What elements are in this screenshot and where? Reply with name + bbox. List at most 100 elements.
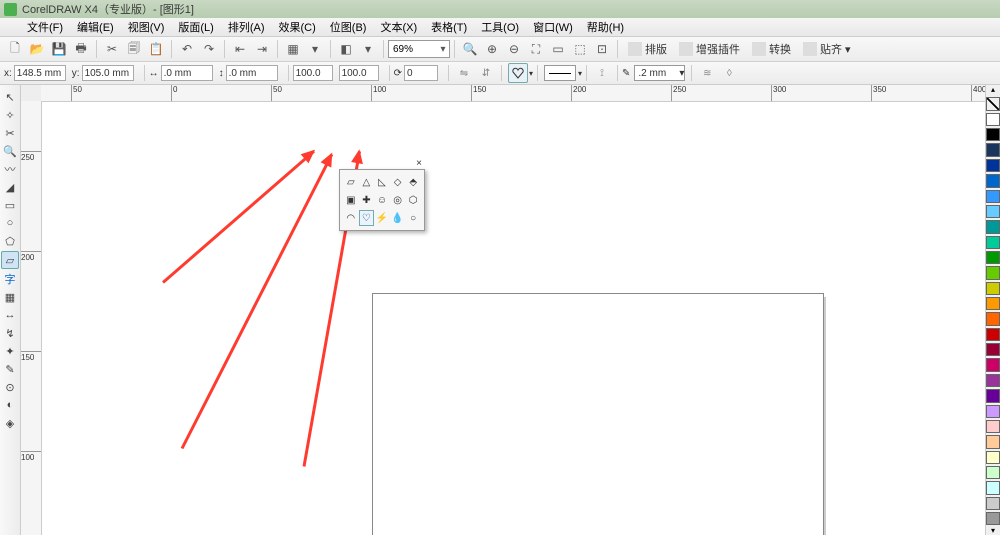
- scale-x-input[interactable]: 100.0: [293, 65, 333, 81]
- color-swatch[interactable]: [986, 343, 1000, 356]
- color-swatch[interactable]: [986, 466, 1000, 479]
- diamond-shape-icon[interactable]: ◇: [390, 174, 405, 190]
- dropdown-arrow-icon[interactable]: ▾: [359, 40, 377, 58]
- plugin-button[interactable]: 增强插件: [679, 41, 740, 57]
- copy-icon[interactable]: 🗐: [125, 40, 143, 58]
- lightning-shape-icon[interactable]: ⚡: [375, 210, 390, 226]
- interactive-fill-tool-icon[interactable]: ◈: [2, 415, 18, 431]
- color-swatch[interactable]: [986, 374, 1000, 387]
- freehand-tool-icon[interactable]: 〰: [2, 161, 18, 177]
- snap-button[interactable]: 贴齐▾: [803, 41, 851, 57]
- color-swatch[interactable]: [986, 312, 1000, 325]
- x-position-input[interactable]: 148.5 mm: [14, 65, 66, 81]
- outline-tool-icon[interactable]: ⊙: [2, 379, 18, 395]
- menu-help[interactable]: 帮助(H): [580, 19, 631, 35]
- convert-button[interactable]: 转换: [752, 41, 791, 57]
- mirror-v-icon[interactable]: ⇵: [477, 64, 495, 82]
- dropdown-arrow-icon[interactable]: ▾: [578, 69, 582, 78]
- menu-tools[interactable]: 工具(O): [474, 19, 526, 35]
- menu-effects[interactable]: 效果(C): [272, 19, 323, 35]
- import-icon[interactable]: ⇤: [231, 40, 249, 58]
- rotation-input[interactable]: 0: [404, 65, 438, 81]
- outline-width-select[interactable]: .2 mm ▾: [634, 65, 685, 81]
- pick-tool-icon[interactable]: ↖: [2, 89, 18, 105]
- color-swatch[interactable]: [986, 420, 1000, 433]
- mirror-h-icon[interactable]: ⇋: [455, 64, 473, 82]
- zoom-in-icon[interactable]: ⊕: [483, 40, 501, 58]
- color-swatch[interactable]: [986, 451, 1000, 464]
- ellipse-tool-icon[interactable]: ○: [2, 215, 18, 231]
- print-icon[interactable]: 🖶: [72, 40, 90, 58]
- dimension-tool-icon[interactable]: ↔: [2, 307, 18, 323]
- effects-tool-icon[interactable]: ✦: [2, 343, 18, 359]
- zoom-all-icon[interactable]: ⊡: [593, 40, 611, 58]
- arc-shape-icon[interactable]: ◠: [344, 210, 359, 226]
- zoom-fit-icon[interactable]: ⛶: [527, 40, 545, 58]
- menu-view[interactable]: 视图(V): [121, 19, 172, 35]
- color-swatch[interactable]: [986, 174, 1000, 187]
- triangle-shape-icon[interactable]: △: [359, 174, 374, 190]
- zoom-tool-icon[interactable]: 🔍: [2, 143, 18, 159]
- color-swatch[interactable]: [986, 328, 1000, 341]
- color-swatch[interactable]: [986, 297, 1000, 310]
- color-swatch[interactable]: [986, 190, 1000, 203]
- ring-shape-icon[interactable]: ○: [406, 210, 421, 226]
- menu-edit[interactable]: 编辑(E): [70, 19, 121, 35]
- zoom-tool-icon[interactable]: 🔍: [461, 40, 479, 58]
- palette-scroll-down-icon[interactable]: ▾: [986, 526, 1000, 535]
- line-start-icon[interactable]: ⟟: [593, 64, 611, 82]
- rectangle-tool-icon[interactable]: ▭: [2, 197, 18, 213]
- connector-tool-icon[interactable]: ↯: [2, 325, 18, 341]
- redo-icon[interactable]: ↷: [200, 40, 218, 58]
- perfect-shape-picker[interactable]: [508, 63, 528, 83]
- zoom-out-icon[interactable]: ⊖: [505, 40, 523, 58]
- app-launcher-icon[interactable]: ▦: [284, 40, 302, 58]
- scale-y-input[interactable]: 100.0: [339, 65, 379, 81]
- smart-fill-tool-icon[interactable]: ◢: [2, 179, 18, 195]
- menu-table[interactable]: 表格(T): [424, 19, 474, 35]
- eyedropper-tool-icon[interactable]: ✎: [2, 361, 18, 377]
- drawing-page[interactable]: [372, 293, 824, 535]
- vertical-ruler[interactable]: 250 200 150 100: [21, 101, 42, 535]
- color-swatch[interactable]: [986, 405, 1000, 418]
- menu-bitmap[interactable]: 位图(B): [323, 19, 374, 35]
- outline-style-select[interactable]: [544, 65, 576, 81]
- color-swatch[interactable]: [986, 389, 1000, 402]
- dropdown-arrow-icon[interactable]: ▾: [306, 40, 324, 58]
- color-swatch[interactable]: [986, 205, 1000, 218]
- no-fill-swatch[interactable]: [986, 97, 1000, 110]
- right-triangle-shape-icon[interactable]: ◺: [375, 174, 390, 190]
- basic-shapes-tool-icon[interactable]: ▱: [1, 251, 19, 269]
- table-tool-icon[interactable]: ▦: [2, 289, 18, 305]
- menu-arrange[interactable]: 排列(A): [221, 19, 272, 35]
- menu-file[interactable]: 文件(F): [20, 19, 70, 35]
- open-icon[interactable]: 📂: [28, 40, 46, 58]
- zoom-selection-icon[interactable]: ⬚: [571, 40, 589, 58]
- color-swatch[interactable]: [986, 128, 1000, 141]
- smiley-shape-icon[interactable]: ☺: [375, 192, 390, 208]
- fill-tool-icon[interactable]: ◐: [2, 397, 18, 413]
- shape-tool-icon[interactable]: ✧: [2, 107, 18, 123]
- welcome-icon[interactable]: ◧: [337, 40, 355, 58]
- y-position-input[interactable]: 105.0 mm: [82, 65, 134, 81]
- color-swatch[interactable]: [986, 282, 1000, 295]
- cylinder-shape-icon[interactable]: ⬘: [406, 174, 421, 190]
- undo-icon[interactable]: ↶: [178, 40, 196, 58]
- color-swatch[interactable]: [986, 251, 1000, 264]
- paste-icon[interactable]: 📋: [147, 40, 165, 58]
- drop-shape-icon[interactable]: 💧: [390, 210, 405, 226]
- zoom-page-icon[interactable]: ▭: [549, 40, 567, 58]
- color-swatch[interactable]: [986, 266, 1000, 279]
- hexagon-shape-icon[interactable]: ⬡: [406, 192, 421, 208]
- color-swatch[interactable]: [986, 159, 1000, 172]
- color-swatch[interactable]: [986, 512, 1000, 525]
- cut-icon[interactable]: ✂: [103, 40, 121, 58]
- save-icon[interactable]: 💾: [50, 40, 68, 58]
- cross-shape-icon[interactable]: ✚: [359, 192, 374, 208]
- text-tool-icon[interactable]: 字: [2, 271, 18, 287]
- dropdown-arrow-icon[interactable]: ▾: [529, 69, 533, 78]
- color-swatch[interactable]: [986, 220, 1000, 233]
- color-swatch[interactable]: [986, 358, 1000, 371]
- horizontal-ruler[interactable]: 50 0 50 100 150 200 250 300 350 400: [41, 85, 1000, 102]
- wrap-text-icon[interactable]: ≋: [698, 64, 716, 82]
